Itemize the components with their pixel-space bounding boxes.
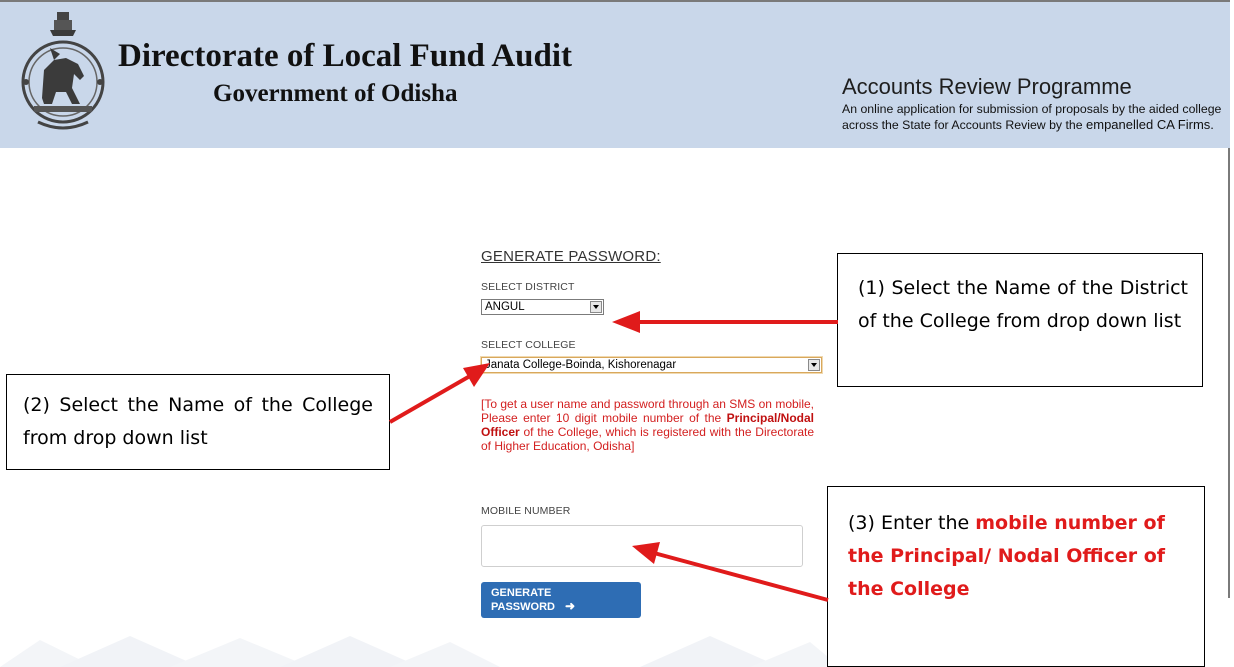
college-select-value: Janata College-Boinda, Kishorenagar xyxy=(485,359,677,371)
program-description-line-1: An online application for submission of … xyxy=(842,102,1222,116)
callout-step-1: (1) Select the Name of the District of t… xyxy=(837,253,1203,387)
mobile-number-input[interactable] xyxy=(481,525,803,567)
program-title: Accounts Review Programme xyxy=(842,74,1132,99)
sms-notice-text: [To get a user name and password through… xyxy=(481,397,814,453)
callout-step-1-text: (1) Select the Name of the District of t… xyxy=(858,277,1188,332)
notice-text-part-2: of the College, which is registered with… xyxy=(481,425,814,453)
district-select-value: ANGUL xyxy=(485,301,525,313)
arrow-step-1-head xyxy=(612,311,640,333)
generate-password-heading: GENERATE PASSWORD: xyxy=(481,248,661,265)
organization-title: Directorate of Local Fund Audit xyxy=(118,38,573,74)
select-college-label: SELECT COLLEGE xyxy=(481,339,576,351)
program-description: An online application for submission of … xyxy=(842,102,1232,133)
select-district-label: SELECT DISTRICT xyxy=(481,281,575,293)
callout-step-3-prefix: (3) Enter the xyxy=(848,512,976,534)
program-description-firms: empanelled CA Firms. xyxy=(1086,117,1214,132)
chevron-down-icon[interactable] xyxy=(808,359,820,371)
chevron-down-icon[interactable] xyxy=(590,301,602,313)
college-select[interactable]: Janata College-Boinda, Kishorenagar xyxy=(481,357,822,373)
callout-step-2-text: (2) Select the Name of the College from … xyxy=(23,394,373,449)
program-description-line-2: across the State for Accounts Review by … xyxy=(842,117,1232,133)
odisha-government-emblem-icon xyxy=(21,12,105,130)
organization-subtitle: Government of Odisha xyxy=(213,80,458,107)
callout-step-2: (2) Select the Name of the College from … xyxy=(6,374,390,470)
page-header: Directorate of Local Fund Audit Governme… xyxy=(0,2,1230,148)
mobile-number-label: MOBILE NUMBER xyxy=(481,505,571,517)
arrow-step-2-shaft xyxy=(389,374,471,424)
generate-password-button[interactable]: GENERATE PASSWORD ➜ xyxy=(481,582,641,618)
generate-password-button-label: GENERATE PASSWORD xyxy=(491,587,555,613)
arrow-right-icon: ➜ xyxy=(564,599,576,613)
callout-step-3: (3) Enter the mobile number of the Princ… xyxy=(827,486,1205,667)
district-select[interactable]: ANGUL xyxy=(481,299,604,315)
program-description-line-2-text: across the State for Accounts Review by … xyxy=(842,118,1087,132)
